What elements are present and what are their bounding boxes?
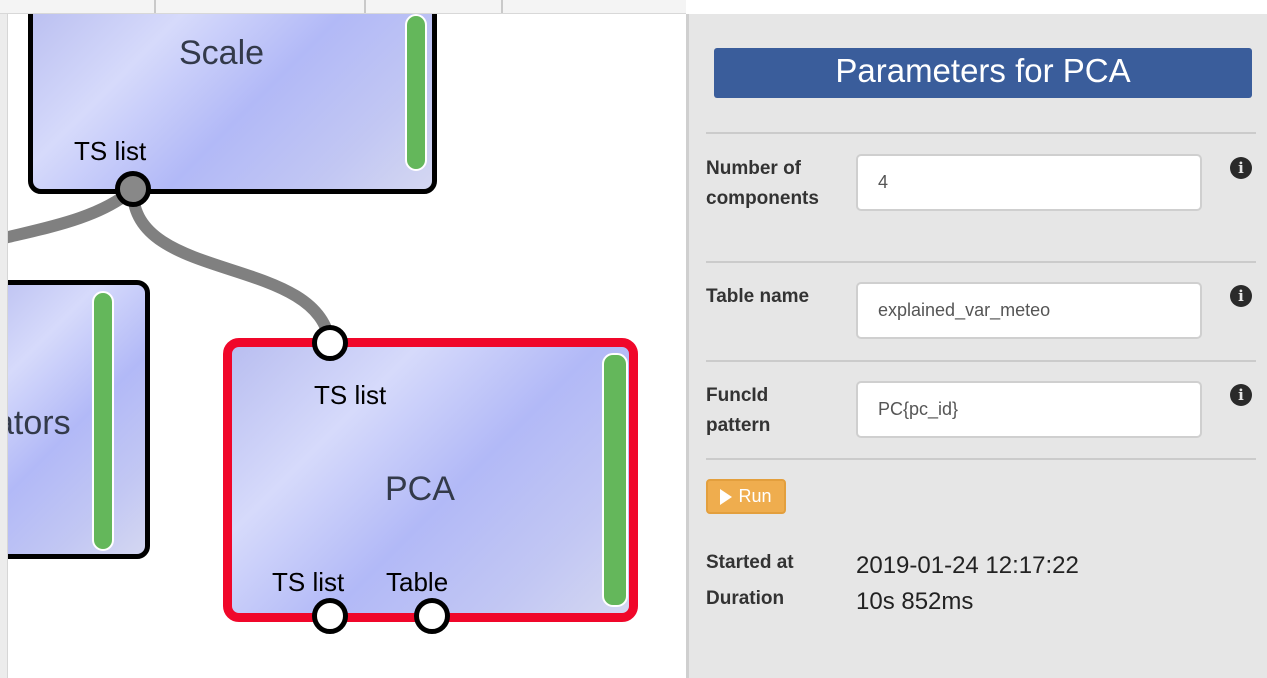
duration-label: Duration: [706, 588, 785, 609]
table-name-input[interactable]: [856, 282, 1202, 339]
divider: [706, 458, 1256, 460]
param-label: FuncId pattern: [706, 385, 771, 436]
duration-value: 10s 852ms: [856, 588, 974, 615]
node-scale[interactable]: Scale TS list: [28, 14, 437, 194]
play-icon: [720, 488, 733, 505]
param-label: Table name: [706, 286, 810, 307]
started-value: 2019-01-24 12:17:22: [856, 552, 1079, 579]
node-title: Scale: [179, 34, 265, 72]
node-status-bar: [602, 353, 628, 607]
panel-title: Parameters for PCA: [714, 48, 1252, 98]
components-input[interactable]: [856, 154, 1202, 211]
canvas-left-edge: [0, 14, 8, 678]
port-label: Table: [386, 567, 449, 597]
parameters-panel: Parameters for PCA Number of components …: [686, 14, 1267, 678]
tab-divider: [364, 0, 366, 13]
info-icon[interactable]: i: [1230, 285, 1252, 307]
port-output-ts-list[interactable]: [312, 598, 348, 634]
funcid-pattern-input[interactable]: [856, 381, 1202, 438]
node-partial[interactable]: ators: [0, 280, 150, 559]
port-label: TS list: [272, 567, 345, 597]
node-status-bar: [405, 14, 427, 171]
node-title: PCA: [385, 470, 455, 508]
divider: [706, 261, 1256, 263]
divider: [706, 132, 1256, 134]
port-input-ts-list[interactable]: [312, 325, 348, 361]
tab-divider: [154, 0, 156, 13]
port-output-table[interactable]: [414, 598, 450, 634]
run-button[interactable]: Run: [706, 479, 786, 514]
tab-strip: [0, 0, 686, 14]
workflow-canvas[interactable]: Scale TS list ators PCA TS list TS list …: [0, 14, 686, 678]
started-label: Started at: [706, 552, 794, 573]
port-label: TS list: [314, 380, 387, 410]
wire-scale-to-left: [0, 183, 139, 245]
node-title: ators: [0, 404, 71, 442]
port-output-ts-list[interactable]: [115, 171, 151, 207]
run-button-label: Run: [738, 486, 772, 506]
tab-divider: [501, 0, 503, 13]
node-status-bar: [92, 291, 114, 551]
node-pca[interactable]: PCA TS list TS list Table: [223, 338, 638, 622]
wire-scale-to-pca: [126, 183, 336, 350]
param-label: Number of components: [706, 158, 819, 209]
info-icon[interactable]: i: [1230, 384, 1252, 406]
info-icon[interactable]: i: [1230, 157, 1252, 179]
port-label: TS list: [74, 136, 147, 166]
divider: [706, 360, 1256, 362]
